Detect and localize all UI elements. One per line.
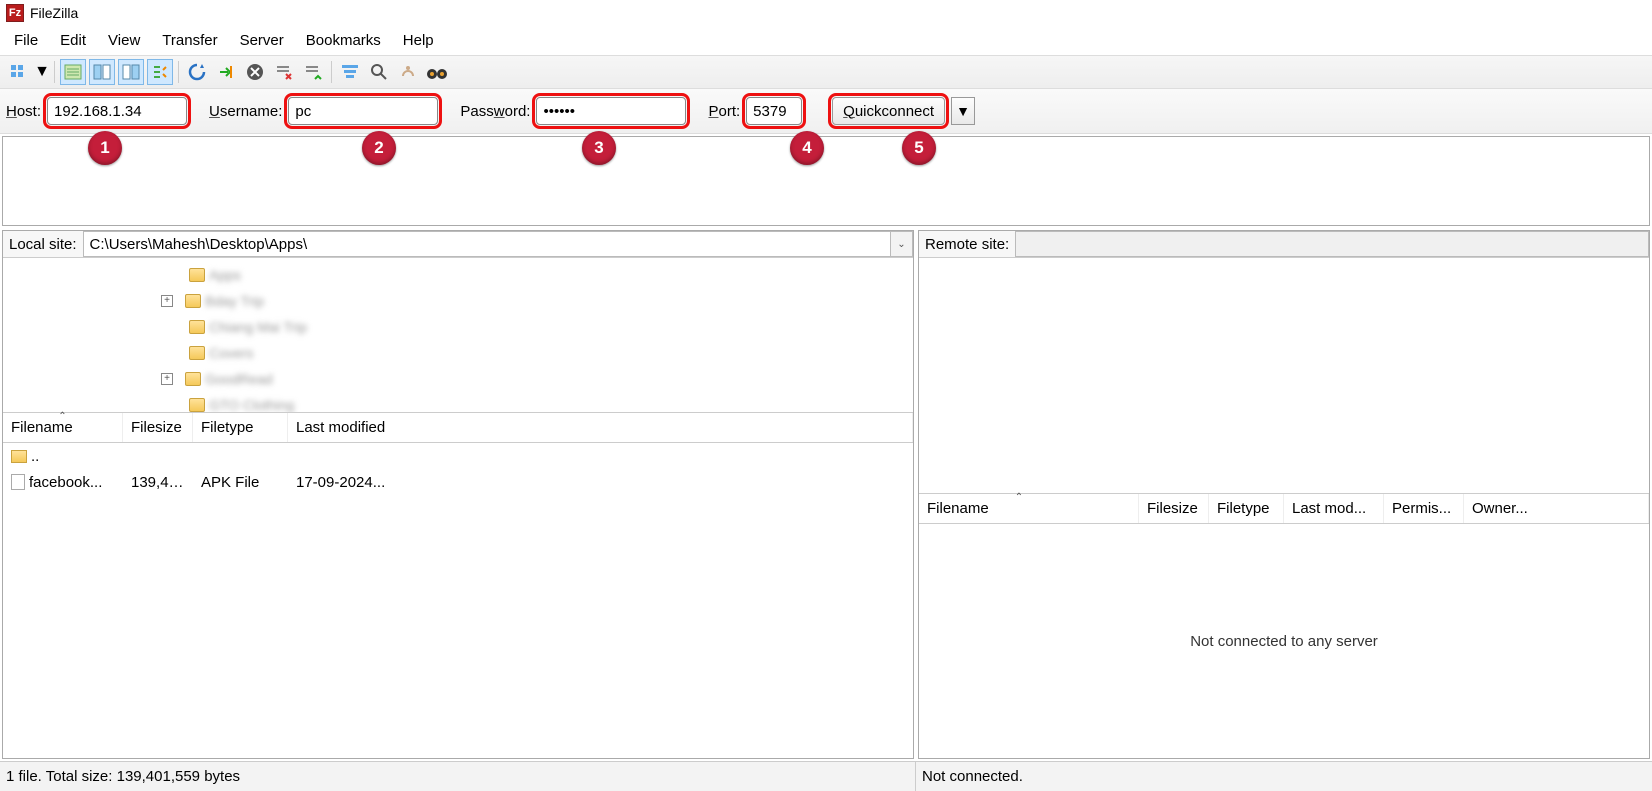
- local-panel: Local site: ⌄ Apps + Bday Trip Chiang Mai…: [2, 230, 914, 759]
- menu-edit[interactable]: Edit: [50, 28, 96, 53]
- reconnect-icon[interactable]: [300, 59, 326, 85]
- password-input[interactable]: [536, 97, 686, 125]
- message-log[interactable]: [2, 136, 1650, 226]
- expand-icon[interactable]: +: [161, 295, 173, 307]
- quickconnect-bar: Host: Username: Password: Port: Quickcon…: [0, 89, 1652, 134]
- local-site-label: Local site:: [3, 232, 83, 257]
- separator: [331, 61, 332, 83]
- toggle-queue-icon[interactable]: [147, 59, 173, 85]
- local-site-dropdown[interactable]: ⌄: [891, 231, 913, 257]
- col-filesize[interactable]: Filesize: [1139, 494, 1209, 523]
- remote-tree[interactable]: [919, 258, 1649, 494]
- host-label: Host:: [6, 103, 41, 120]
- disconnect-icon[interactable]: [271, 59, 297, 85]
- folder-icon: [11, 450, 27, 463]
- quickconnect-dropdown[interactable]: ▼: [951, 97, 975, 125]
- menu-help[interactable]: Help: [393, 28, 444, 53]
- remote-site-row: Remote site:: [919, 231, 1649, 258]
- annotation-4: 4: [790, 131, 824, 165]
- quickconnect-button[interactable]: Quickconnect: [832, 97, 945, 125]
- local-file-list[interactable]: .. facebook... 139,40... APK File 17-09-…: [3, 443, 913, 758]
- tree-item-label[interactable]: Chiang Mai Trip: [209, 319, 307, 335]
- menu-transfer[interactable]: Transfer: [152, 28, 227, 53]
- col-lastmod[interactable]: Last modified: [288, 413, 913, 442]
- folder-icon: [185, 372, 201, 386]
- remote-site-input: [1015, 231, 1649, 257]
- remote-panel: Remote site: ⌃Filename Filesize Filetype…: [918, 230, 1650, 759]
- host-input[interactable]: [47, 97, 187, 125]
- titlebar: Fz FileZilla: [0, 0, 1652, 26]
- col-owner[interactable]: Owner...: [1464, 494, 1649, 523]
- port-input[interactable]: [746, 97, 802, 125]
- file-icon: [11, 474, 25, 490]
- folder-icon: [189, 346, 205, 360]
- tree-item-label[interactable]: Bday Trip: [205, 293, 264, 309]
- password-label: Password:: [460, 103, 530, 120]
- local-site-row: Local site: ⌄: [3, 231, 913, 258]
- port-label: Port:: [708, 103, 740, 120]
- search-icon[interactable]: [366, 59, 392, 85]
- col-filesize[interactable]: Filesize: [123, 413, 193, 442]
- col-permissions[interactable]: Permis...: [1384, 494, 1464, 523]
- process-queue-icon[interactable]: [213, 59, 239, 85]
- local-site-input[interactable]: [83, 231, 891, 257]
- cancel-icon[interactable]: [242, 59, 268, 85]
- tree-item-label[interactable]: Apps: [209, 267, 241, 283]
- annotation-5: 5: [902, 131, 936, 165]
- remote-site-label: Remote site:: [919, 232, 1015, 257]
- site-manager-icon[interactable]: [6, 59, 32, 85]
- menu-bookmarks[interactable]: Bookmarks: [296, 28, 391, 53]
- col-filetype[interactable]: Filetype: [1209, 494, 1284, 523]
- col-filename[interactable]: ⌃Filename: [3, 413, 123, 442]
- remote-not-connected: Not connected to any server: [919, 524, 1649, 758]
- folder-icon: [189, 398, 205, 412]
- col-lastmod[interactable]: Last mod...: [1284, 494, 1384, 523]
- refresh-icon[interactable]: [184, 59, 210, 85]
- col-filetype[interactable]: Filetype: [193, 413, 288, 442]
- tree-item-label[interactable]: Covers: [209, 345, 253, 361]
- list-item[interactable]: facebook... 139,40... APK File 17-09-202…: [3, 469, 913, 495]
- separator: [54, 61, 55, 83]
- separator: [178, 61, 179, 83]
- username-label: Username:: [209, 103, 282, 120]
- menu-file[interactable]: File: [4, 28, 48, 53]
- sort-asc-icon: ⌃: [1015, 492, 1023, 503]
- menu-view[interactable]: View: [98, 28, 150, 53]
- annotation-2: 2: [362, 131, 396, 165]
- remote-status: Not connected.: [916, 762, 1652, 791]
- annotation-3: 3: [582, 131, 616, 165]
- menu-server[interactable]: Server: [230, 28, 294, 53]
- menubar: File Edit View Transfer Server Bookmarks…: [0, 26, 1652, 55]
- folder-icon: [185, 294, 201, 308]
- local-list-header: ⌃Filename Filesize Filetype Last modifie…: [3, 413, 913, 443]
- compare-icon[interactable]: [395, 59, 421, 85]
- annotation-1: 1: [88, 131, 122, 165]
- app-icon: Fz: [6, 4, 24, 22]
- statusbar: 1 file. Total size: 139,401,559 bytes No…: [0, 761, 1652, 791]
- filter-icon[interactable]: [337, 59, 363, 85]
- list-item[interactable]: ..: [3, 443, 913, 469]
- dropdown-icon[interactable]: ▼: [35, 59, 49, 85]
- remote-list-header: ⌃Filename Filesize Filetype Last mod... …: [919, 494, 1649, 524]
- folder-icon: [189, 320, 205, 334]
- local-tree[interactable]: Apps + Bday Trip Chiang Mai Trip Covers +…: [3, 258, 913, 413]
- toggle-remote-tree-icon[interactable]: [118, 59, 144, 85]
- folder-icon: [189, 268, 205, 282]
- col-filename[interactable]: ⌃Filename: [919, 494, 1139, 523]
- toggle-log-icon[interactable]: [60, 59, 86, 85]
- binoculars-icon[interactable]: [424, 59, 450, 85]
- tree-item-label[interactable]: GTO Clothing: [209, 397, 294, 413]
- toolbar: ▼: [0, 55, 1652, 89]
- app-title: FileZilla: [30, 5, 78, 21]
- local-status: 1 file. Total size: 139,401,559 bytes: [0, 762, 916, 791]
- username-input[interactable]: [288, 97, 438, 125]
- tree-item-label[interactable]: GoodRead: [205, 371, 273, 387]
- sort-asc-icon: ⌃: [58, 411, 66, 422]
- toggle-local-tree-icon[interactable]: [89, 59, 115, 85]
- expand-icon[interactable]: +: [161, 373, 173, 385]
